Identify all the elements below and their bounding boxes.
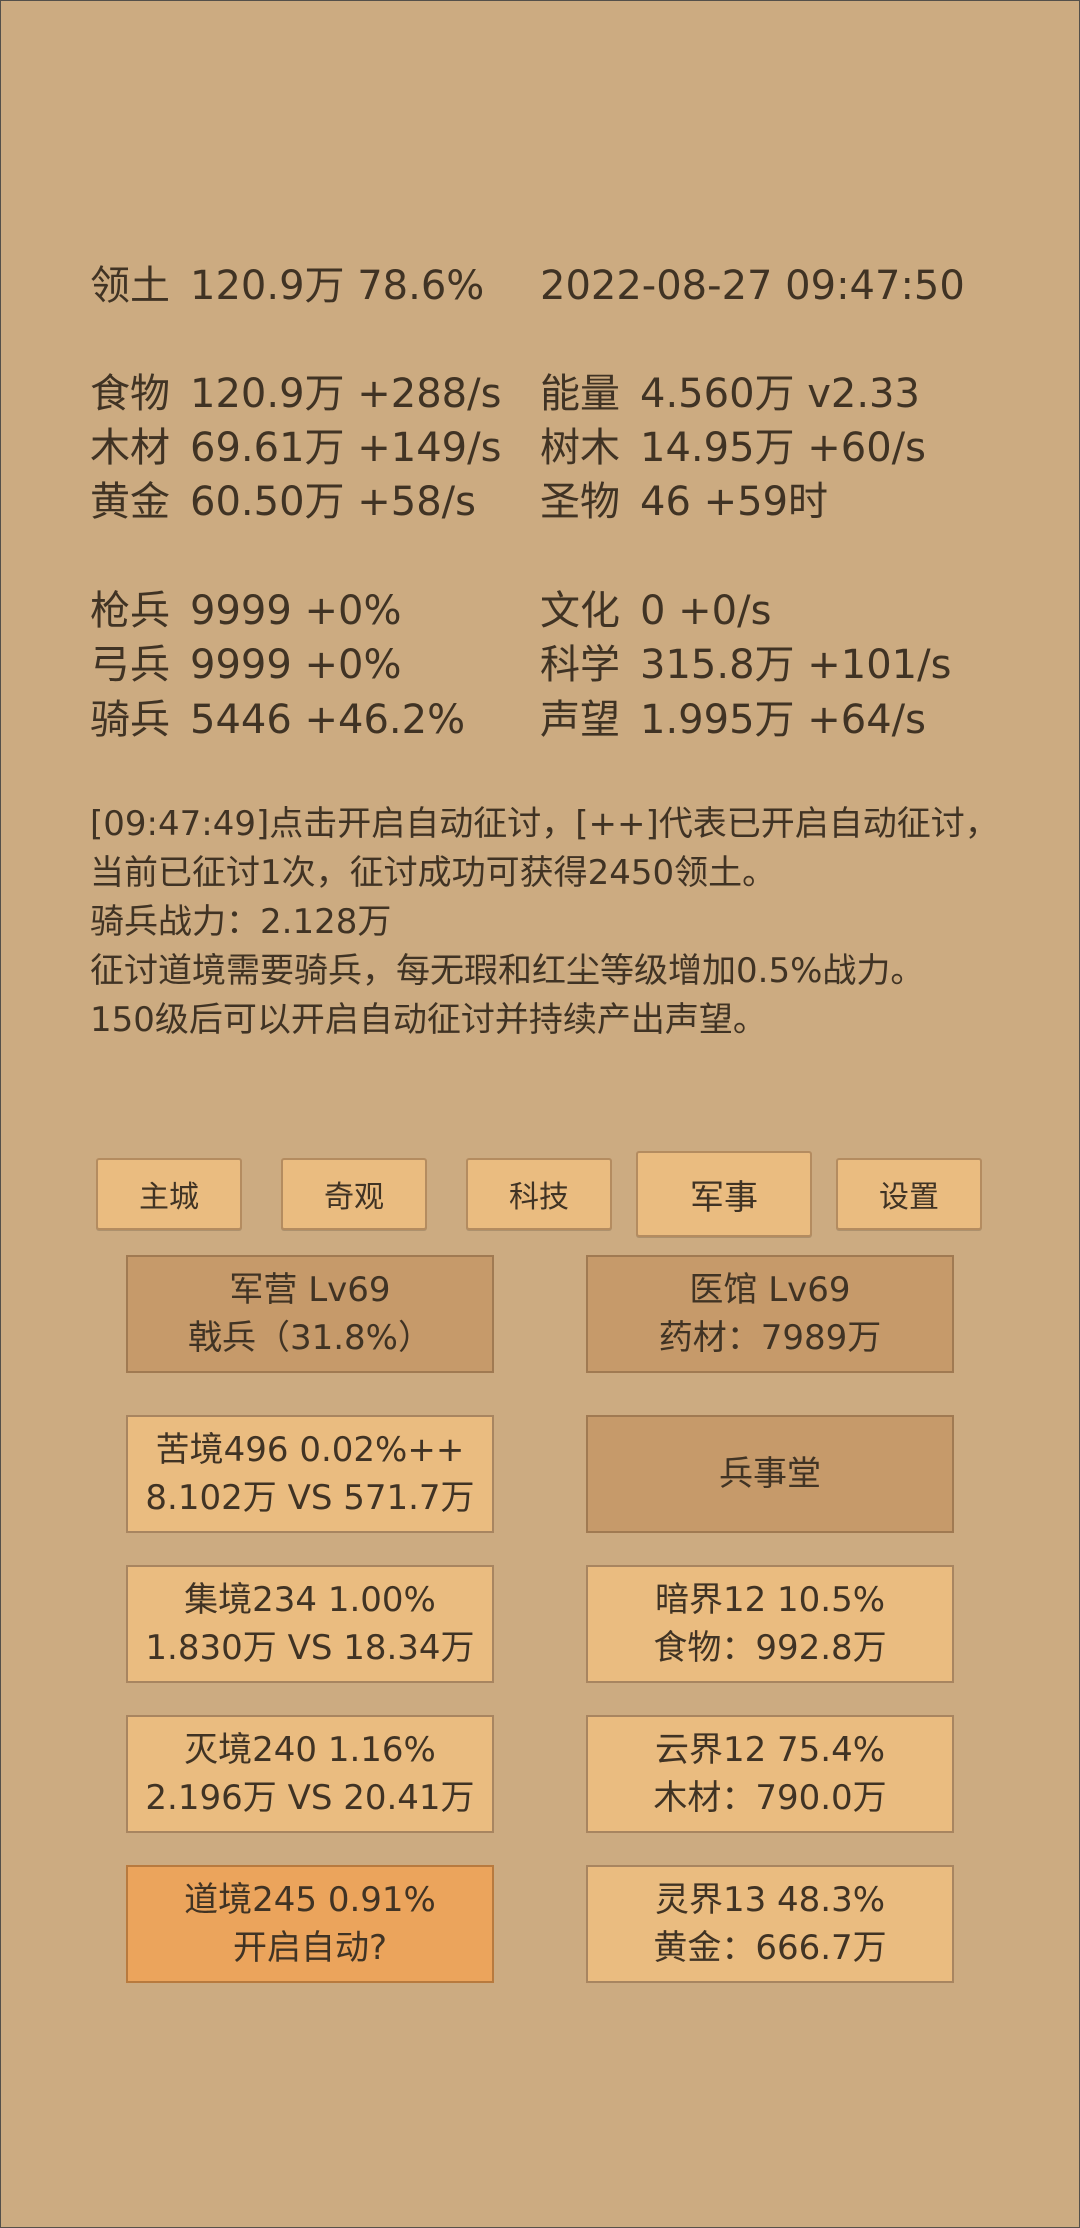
tab-label: 设置 [879,1180,939,1215]
stat-label: 木材 [90,425,170,471]
message-line: 骑兵战力：2.128万 [90,902,392,942]
datetime: 2022-08-27 09:47:50 [540,266,965,306]
card-title: 兵事堂 [719,1454,821,1494]
card-detail: 8.102万 VS 571.7万 [145,1478,475,1518]
tab-label: 主城 [139,1180,199,1215]
card-detail: 药材：7989万 [658,1318,882,1358]
stat-value: 46 +59时 [640,479,829,525]
card-title: 云界12 75.4% [654,1730,886,1770]
tab-military[interactable]: 军事 [636,1151,812,1237]
stat-value: 120.9万 +288/s [190,371,502,417]
stat-label: 科学 [540,642,620,688]
stat-wood: 木材 69.61万 +149/s [90,428,501,468]
bingshitang-button[interactable]: 兵事堂 [586,1415,954,1533]
stat-prestige: 声望 1.995万 +64/s [540,700,926,740]
stat-value: 9999 +0% [190,642,402,688]
lingjie-button[interactable]: 灵界13 48.3% 黄金：666.7万 [586,1865,954,1983]
tab-wonders[interactable]: 奇观 [281,1158,427,1230]
kujing-button[interactable]: 苦境496 0.02%++ 8.102万 VS 571.7万 [126,1415,494,1533]
stat-culture: 文化 0 +0/s [540,591,771,631]
stat-label: 树木 [540,425,620,471]
message-line: [09:47:49]点击开启自动征讨，[++]代表已开启自动征讨， [90,804,999,844]
stat-label: 圣物 [540,479,620,525]
stat-label: 声望 [540,697,620,743]
stat-value: 120.9万 78.6% [190,263,485,309]
card-detail: 木材：790.0万 [653,1778,887,1818]
stat-label: 领土 [90,263,170,309]
tab-tech[interactable]: 科技 [466,1158,612,1230]
anjie-button[interactable]: 暗界12 10.5% 食物：992.8万 [586,1565,954,1683]
tab-label: 科技 [509,1180,569,1215]
clinic-button[interactable]: 医馆 Lv69 药材：7989万 [586,1255,954,1373]
card-detail: 1.830万 VS 18.34万 [145,1628,475,1668]
card-detail: 戟兵（31.8%） [187,1318,432,1358]
stat-label: 骑兵 [90,697,170,743]
stat-cavalry: 骑兵 5446 +46.2% [90,700,465,740]
card-title: 苦境496 0.02%++ [155,1430,465,1470]
stat-label: 文化 [540,588,620,634]
daojing-button[interactable]: 道境245 0.91% 开启自动? [126,1865,494,1983]
stat-label: 弓兵 [90,642,170,688]
stat-trees: 树木 14.95万 +60/s [540,428,926,468]
stat-label: 食物 [90,371,170,417]
stat-label: 黄金 [90,479,170,525]
card-title: 集境234 1.00% [184,1580,436,1620]
barracks-button[interactable]: 军营 Lv69 戟兵（31.8%） [126,1255,494,1373]
stat-value: 69.61万 +149/s [190,425,502,471]
card-detail: 黄金：666.7万 [653,1928,887,1968]
stat-value: 4.560万 v2.33 [640,371,920,417]
card-detail: 开启自动? [232,1928,388,1968]
stat-value: 14.95万 +60/s [640,425,926,471]
card-title: 道境245 0.91% [184,1880,436,1920]
stat-science: 科学 315.8万 +101/s [540,645,951,685]
stat-territory: 领土 120.9万 78.6% [90,266,484,306]
stat-label: 能量 [540,371,620,417]
stat-archer: 弓兵 9999 +0% [90,645,401,685]
stat-food: 食物 120.9万 +288/s [90,374,501,414]
stat-value: 9999 +0% [190,588,402,634]
stat-gold: 黄金 60.50万 +58/s [90,482,476,522]
stat-value: 5446 +46.2% [190,697,466,743]
stat-value: 0 +0/s [640,588,772,634]
stat-relic: 圣物 46 +59时 [540,482,828,522]
datetime-value: 2022-08-27 09:47:50 [540,263,965,309]
stat-value: 315.8万 +101/s [640,642,952,688]
tab-label: 奇观 [324,1180,384,1215]
tab-main-city[interactable]: 主城 [96,1158,242,1230]
miejing-button[interactable]: 灭境240 1.16% 2.196万 VS 20.41万 [126,1715,494,1833]
card-title: 灭境240 1.16% [184,1730,436,1770]
card-detail: 食物：992.8万 [653,1628,887,1668]
tab-settings[interactable]: 设置 [836,1158,982,1230]
stat-energy: 能量 4.560万 v2.33 [540,374,920,414]
card-detail: 2.196万 VS 20.41万 [145,1778,475,1818]
card-title: 灵界13 48.3% [654,1880,886,1920]
stat-value: 60.50万 +58/s [190,479,476,525]
tab-label: 军事 [690,1177,758,1218]
stat-value: 1.995万 +64/s [640,697,926,743]
message-line: 150级后可以开启自动征讨并持续产出声望。 [90,1000,767,1040]
message-line: 当前已征讨1次，征讨成功可获得2450领土。 [90,853,777,893]
jijing-button[interactable]: 集境234 1.00% 1.830万 VS 18.34万 [126,1565,494,1683]
card-title: 医馆 Lv69 [689,1270,851,1310]
message-line: 征讨道境需要骑兵，每无瑕和红尘等级增加0.5%战力。 [90,951,925,991]
card-title: 暗界12 10.5% [654,1580,886,1620]
yunjie-button[interactable]: 云界12 75.4% 木材：790.0万 [586,1715,954,1833]
stat-spearman: 枪兵 9999 +0% [90,591,401,631]
stat-label: 枪兵 [90,588,170,634]
message-log: [09:47:49]点击开启自动征讨，[++]代表已开启自动征讨， 当前已征讨1… [90,800,1030,1045]
card-title: 军营 Lv69 [229,1270,391,1310]
